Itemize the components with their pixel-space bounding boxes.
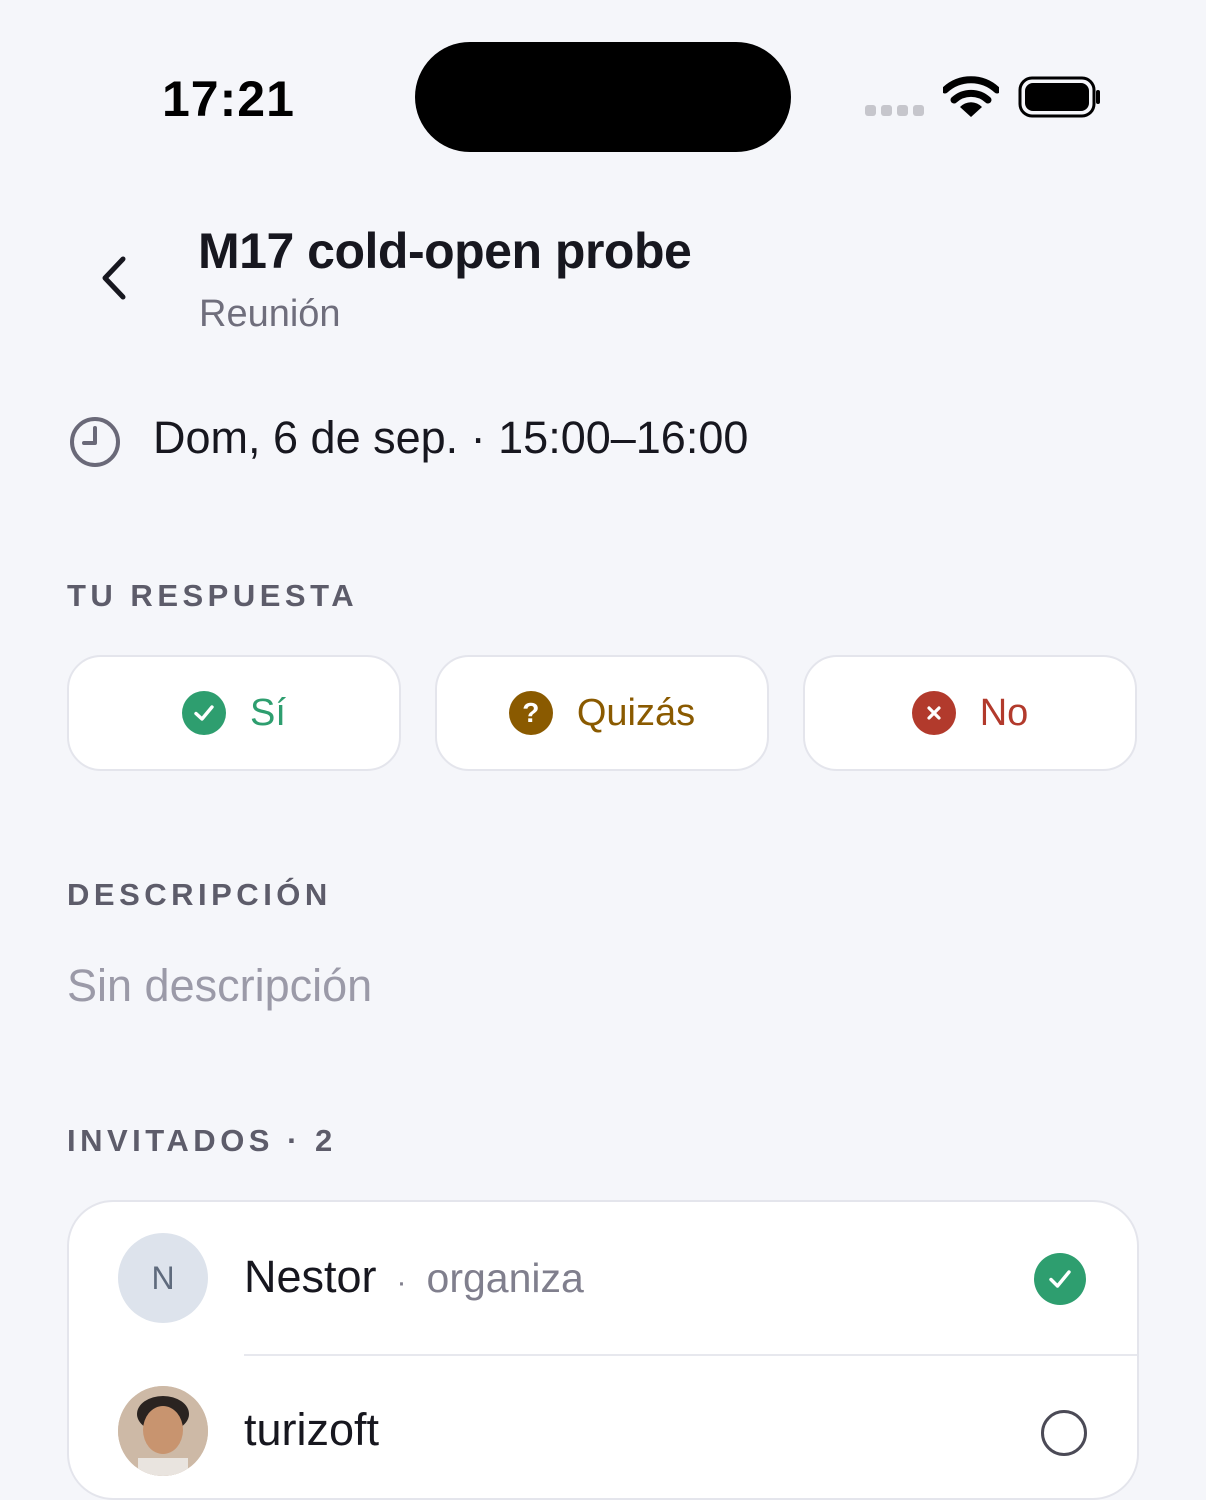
rsvp-yes-button[interactable]: Sí (67, 655, 401, 771)
guest-role: organiza (426, 1255, 584, 1301)
clock-icon (70, 417, 120, 467)
check-circle-icon (182, 691, 227, 735)
avatar (118, 1386, 208, 1476)
guest-list-card: N Nestor · organiza turizoft (67, 1200, 1139, 1500)
rsvp-yes-label: Sí (250, 691, 286, 734)
signal-dots-icon (865, 105, 924, 116)
question-circle-icon: ? (508, 691, 553, 735)
avatar: N (118, 1233, 208, 1323)
chevron-left-icon[interactable] (90, 252, 142, 304)
guest-name: turizoft (244, 1404, 380, 1455)
battery-icon (1018, 76, 1100, 118)
status-time: 17:21 (162, 71, 295, 127)
guest-separator: · (396, 1266, 407, 1299)
rsvp-maybe-button[interactable]: ? Quizás (435, 655, 769, 771)
rsvp-no-label: No (979, 691, 1029, 734)
x-circle-icon (911, 691, 956, 735)
wifi-icon (943, 76, 999, 117)
page-title: M17 cold-open probe (198, 223, 692, 279)
section-label-description: DESCRIPCIÓN (67, 877, 332, 912)
section-label-guests: INVITADOS · 2 (67, 1123, 337, 1158)
event-type: Reunión (199, 293, 341, 335)
event-datetime: Dom, 6 de sep. · 15:00–16:00 (153, 412, 749, 463)
description-text: Sin descripción (67, 960, 373, 1011)
dynamic-island (415, 42, 791, 152)
rsvp-maybe-label: Quizás (576, 691, 696, 734)
guest-row-nestor[interactable]: N Nestor · organiza (69, 1202, 1137, 1354)
rsvp-no-button[interactable]: No (803, 655, 1137, 771)
check-circle-icon (1034, 1253, 1086, 1305)
guest-row-turizoft[interactable]: turizoft (69, 1356, 1137, 1498)
section-label-response: TU RESPUESTA (67, 578, 359, 613)
guest-name: Nestor (244, 1251, 377, 1302)
empty-circle-icon (1041, 1410, 1087, 1456)
